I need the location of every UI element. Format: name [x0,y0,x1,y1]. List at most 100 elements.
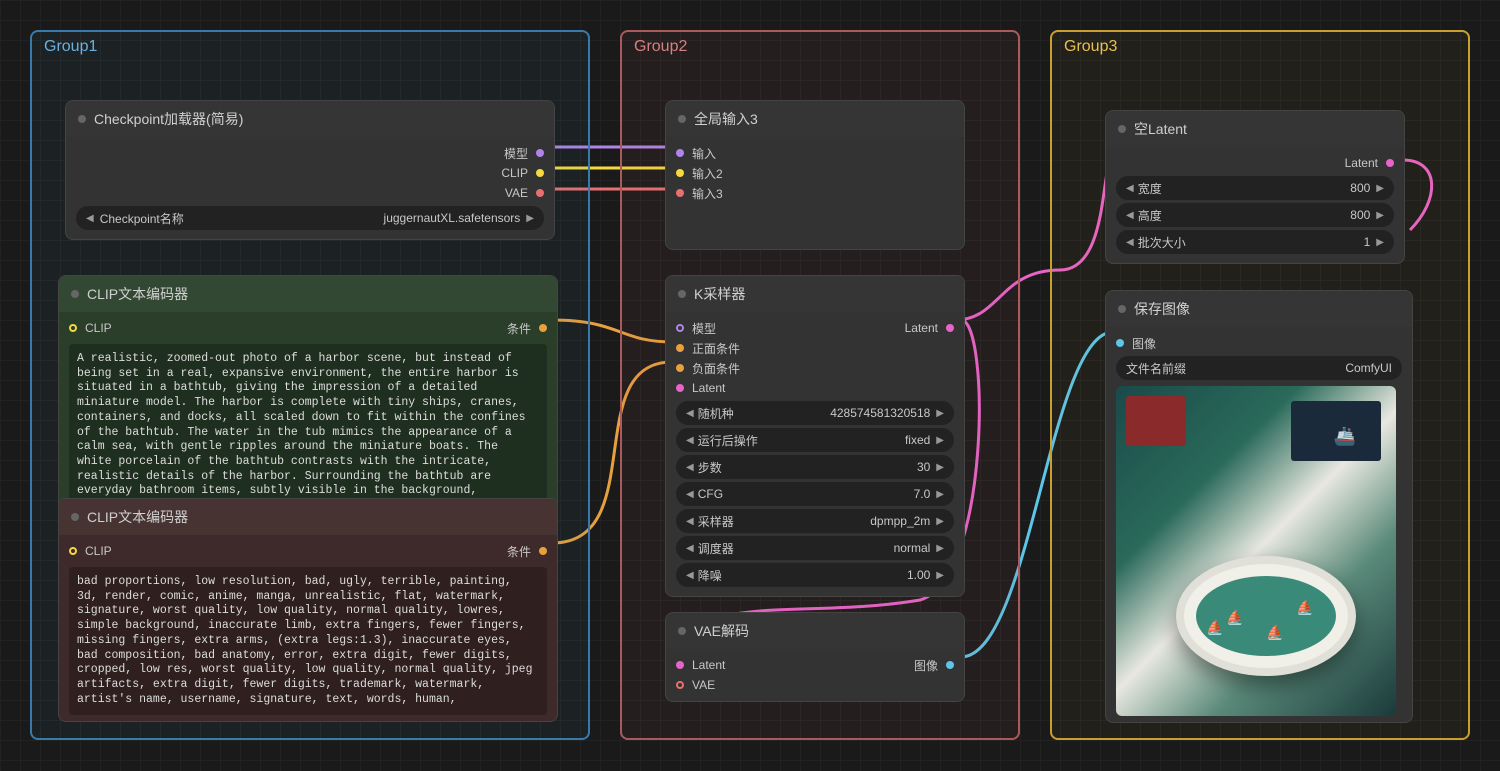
save-in-image: 图像 [1132,335,1156,352]
scheduler-value: normal [894,541,931,555]
batch-widget[interactable]: ◀批次大小1▶ [1116,230,1394,254]
port-clip-in-icon[interactable] [69,547,77,555]
sampler-label: 采样器 [694,513,871,530]
node-ksampler[interactable]: K采样器 模型 Latent 正面条件 负面条件 Latent ◀随机种4285… [665,275,965,597]
port-clip-in-icon[interactable] [69,324,77,332]
clip-neg-textarea[interactable]: bad proportions, low resolution, bad, ug… [69,567,547,715]
save-image-title: 保存图像 [1134,299,1190,319]
denoise-label: 降噪 [694,567,907,584]
width-label: 宽度 [1134,180,1351,197]
after-value: fixed [905,433,930,447]
after-widget[interactable]: ◀运行后操作fixed▶ [676,428,954,452]
height-value: 800 [1350,208,1370,222]
empty-latent-title: 空Latent [1134,119,1187,139]
scheduler-widget[interactable]: ◀调度器normal▶ [676,536,954,560]
checkpoint-widget-label: Checkpoint名称 [94,210,384,227]
ks-in-pos: 正面条件 [692,340,740,357]
global-in1: 输入 [692,145,716,162]
global-input-title: 全局输入3 [694,109,758,129]
clip-pos-in: CLIP [85,321,112,335]
port-clip-icon[interactable] [536,169,544,177]
steps-label: 步数 [694,459,917,476]
clip-neg-in: CLIP [85,544,112,558]
node-vae-decode[interactable]: VAE解码 Latent 图像 VAE [665,612,965,702]
sampler-widget[interactable]: ◀采样器dpmpp_2m▶ [676,509,954,533]
checkpoint-out-vae: VAE [505,186,528,200]
prefix-label: 文件名前缀 [1126,360,1345,377]
prefix-value: ComfyUI [1345,361,1392,375]
port-in3-icon[interactable] [676,189,684,197]
port-latent-in-icon[interactable] [676,661,684,669]
after-label: 运行后操作 [694,432,905,449]
port-image-in-icon[interactable] [1116,339,1124,347]
denoise-value: 1.00 [907,568,930,582]
ks-in-neg: 负面条件 [692,360,740,377]
clip-pos-title: CLIP文本编码器 [87,284,188,304]
port-cond-icon[interactable] [539,324,547,332]
chevron-right-icon: ▶ [526,213,534,224]
clip-neg-title: CLIP文本编码器 [87,507,188,527]
filename-prefix-widget[interactable]: 文件名前缀ComfyUI [1116,356,1402,380]
checkpoint-widget-value: juggernautXL.safetensors [384,211,527,225]
checkpoint-out-clip: CLIP [501,166,528,180]
ks-in-latent: Latent [692,381,725,395]
checkpoint-name-widget[interactable]: ◀ Checkpoint名称 juggernautXL.safetensors … [76,206,544,230]
height-label: 高度 [1134,207,1351,224]
batch-label: 批次大小 [1134,234,1364,251]
vae-decode-title: VAE解码 [694,621,749,641]
node-clip-negative[interactable]: CLIP文本编码器 CLIP 条件 bad proportions, low r… [58,498,558,722]
port-latent-out-icon[interactable] [946,324,954,332]
checkpoint-out-model: 模型 [504,145,528,162]
vae-in-latent: Latent [692,658,725,672]
global-in2: 输入2 [692,165,723,182]
steps-widget[interactable]: ◀步数30▶ [676,455,954,479]
vae-out-image: 图像 [914,657,938,674]
width-widget[interactable]: ◀宽度800▶ [1116,176,1394,200]
output-image-preview: ⛵ ⛵ ⛵ ⛵ 🚢 [1116,386,1396,716]
node-clip-positive[interactable]: CLIP文本编码器 CLIP 条件 A realistic, zoomed-ou… [58,275,558,529]
node-empty-latent[interactable]: 空Latent Latent ◀宽度800▶ ◀高度800▶ ◀批次大小1▶ [1105,110,1405,264]
port-latent-in-icon[interactable] [676,384,684,392]
port-vae-in-icon[interactable] [676,681,684,689]
width-value: 800 [1350,181,1370,195]
scheduler-label: 调度器 [694,540,894,557]
batch-value: 1 [1364,235,1371,249]
group-3-title: Group3 [1052,32,1468,62]
port-latent-out-icon[interactable] [1386,159,1394,167]
port-image-out-icon[interactable] [946,661,954,669]
seed-widget[interactable]: ◀随机种428574581320518▶ [676,401,954,425]
node-save-image[interactable]: 保存图像 图像 文件名前缀ComfyUI ⛵ ⛵ ⛵ ⛵ 🚢 [1105,290,1413,723]
el-out-latent: Latent [1345,156,1378,170]
ks-in-model: 模型 [692,320,716,337]
chevron-left-icon: ◀ [86,213,94,224]
port-pos-icon[interactable] [676,344,684,352]
port-cond-icon[interactable] [539,547,547,555]
node-checkpoint-loader[interactable]: Checkpoint加载器(简易) 模型 CLIP VAE ◀ Checkpoi… [65,100,555,240]
global-in3: 输入3 [692,185,723,202]
group-2-title: Group2 [622,32,1018,62]
node-global-input[interactable]: 全局输入3 输入 输入2 输入3 [665,100,965,250]
cfg-label: CFG [694,487,914,501]
group-1-title: Group1 [32,32,588,62]
checkpoint-title: Checkpoint加载器(简易) [94,109,243,129]
cfg-value: 7.0 [914,487,931,501]
port-vae-icon[interactable] [536,189,544,197]
ksampler-title: K采样器 [694,284,745,304]
vae-in-vae: VAE [692,678,715,692]
seed-value: 428574581320518 [830,406,930,420]
port-model-in-icon[interactable] [676,324,684,332]
clip-pos-textarea[interactable]: A realistic, zoomed-out photo of a harbo… [69,344,547,522]
port-neg-icon[interactable] [676,364,684,372]
seed-label: 随机种 [694,405,830,422]
denoise-widget[interactable]: ◀降噪1.00▶ [676,563,954,587]
steps-value: 30 [917,460,930,474]
height-widget[interactable]: ◀高度800▶ [1116,203,1394,227]
sampler-value: dpmpp_2m [870,514,930,528]
clip-neg-out: 条件 [507,543,531,560]
port-model-icon[interactable] [536,149,544,157]
cfg-widget[interactable]: ◀CFG7.0▶ [676,482,954,506]
ks-out-latent: Latent [905,321,938,335]
port-in2-icon[interactable] [676,169,684,177]
clip-pos-out: 条件 [507,320,531,337]
port-in1-icon[interactable] [676,149,684,157]
